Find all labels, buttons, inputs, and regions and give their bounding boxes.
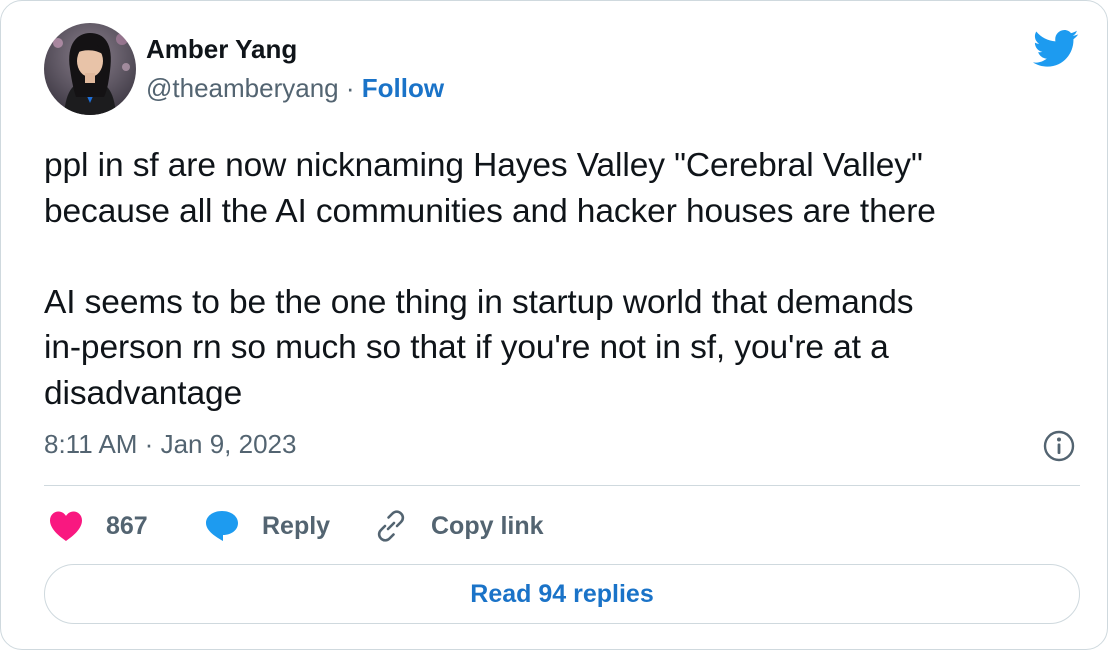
speech-bubble-icon [204, 509, 240, 543]
author-handle-row: @theamberyang · Follow [146, 73, 444, 104]
reply-button[interactable]: Reply [204, 506, 330, 546]
like-button[interactable]: 867 [48, 506, 148, 546]
copy-link-label: Copy link [431, 511, 544, 540]
reply-label: Reply [262, 511, 331, 540]
profile-photo-icon [44, 23, 136, 115]
copy-link-button[interactable]: Copy link [373, 506, 544, 546]
author-handle[interactable]: @theamberyang [146, 73, 339, 103]
tweet-card: Amber Yang @theamberyang · Follow ppl in… [0, 0, 1108, 650]
like-count: 867 [106, 511, 148, 540]
twitter-bird-icon[interactable] [1033, 29, 1079, 69]
heart-icon [48, 510, 84, 542]
tweet-text: ppl in sf are now nicknaming Hayes Valle… [44, 147, 936, 412]
separator-dot: · [345, 73, 355, 103]
tweet-timestamp[interactable]: 8:11 AM · Jan 9, 2023 [44, 429, 296, 460]
avatar[interactable] [44, 23, 136, 115]
read-replies-button[interactable]: Read 94 replies [44, 564, 1080, 624]
info-icon[interactable] [1043, 430, 1075, 462]
author-name[interactable]: Amber Yang [146, 34, 297, 65]
link-icon [373, 508, 409, 544]
follow-link[interactable]: Follow [362, 73, 444, 103]
divider [44, 485, 1080, 486]
